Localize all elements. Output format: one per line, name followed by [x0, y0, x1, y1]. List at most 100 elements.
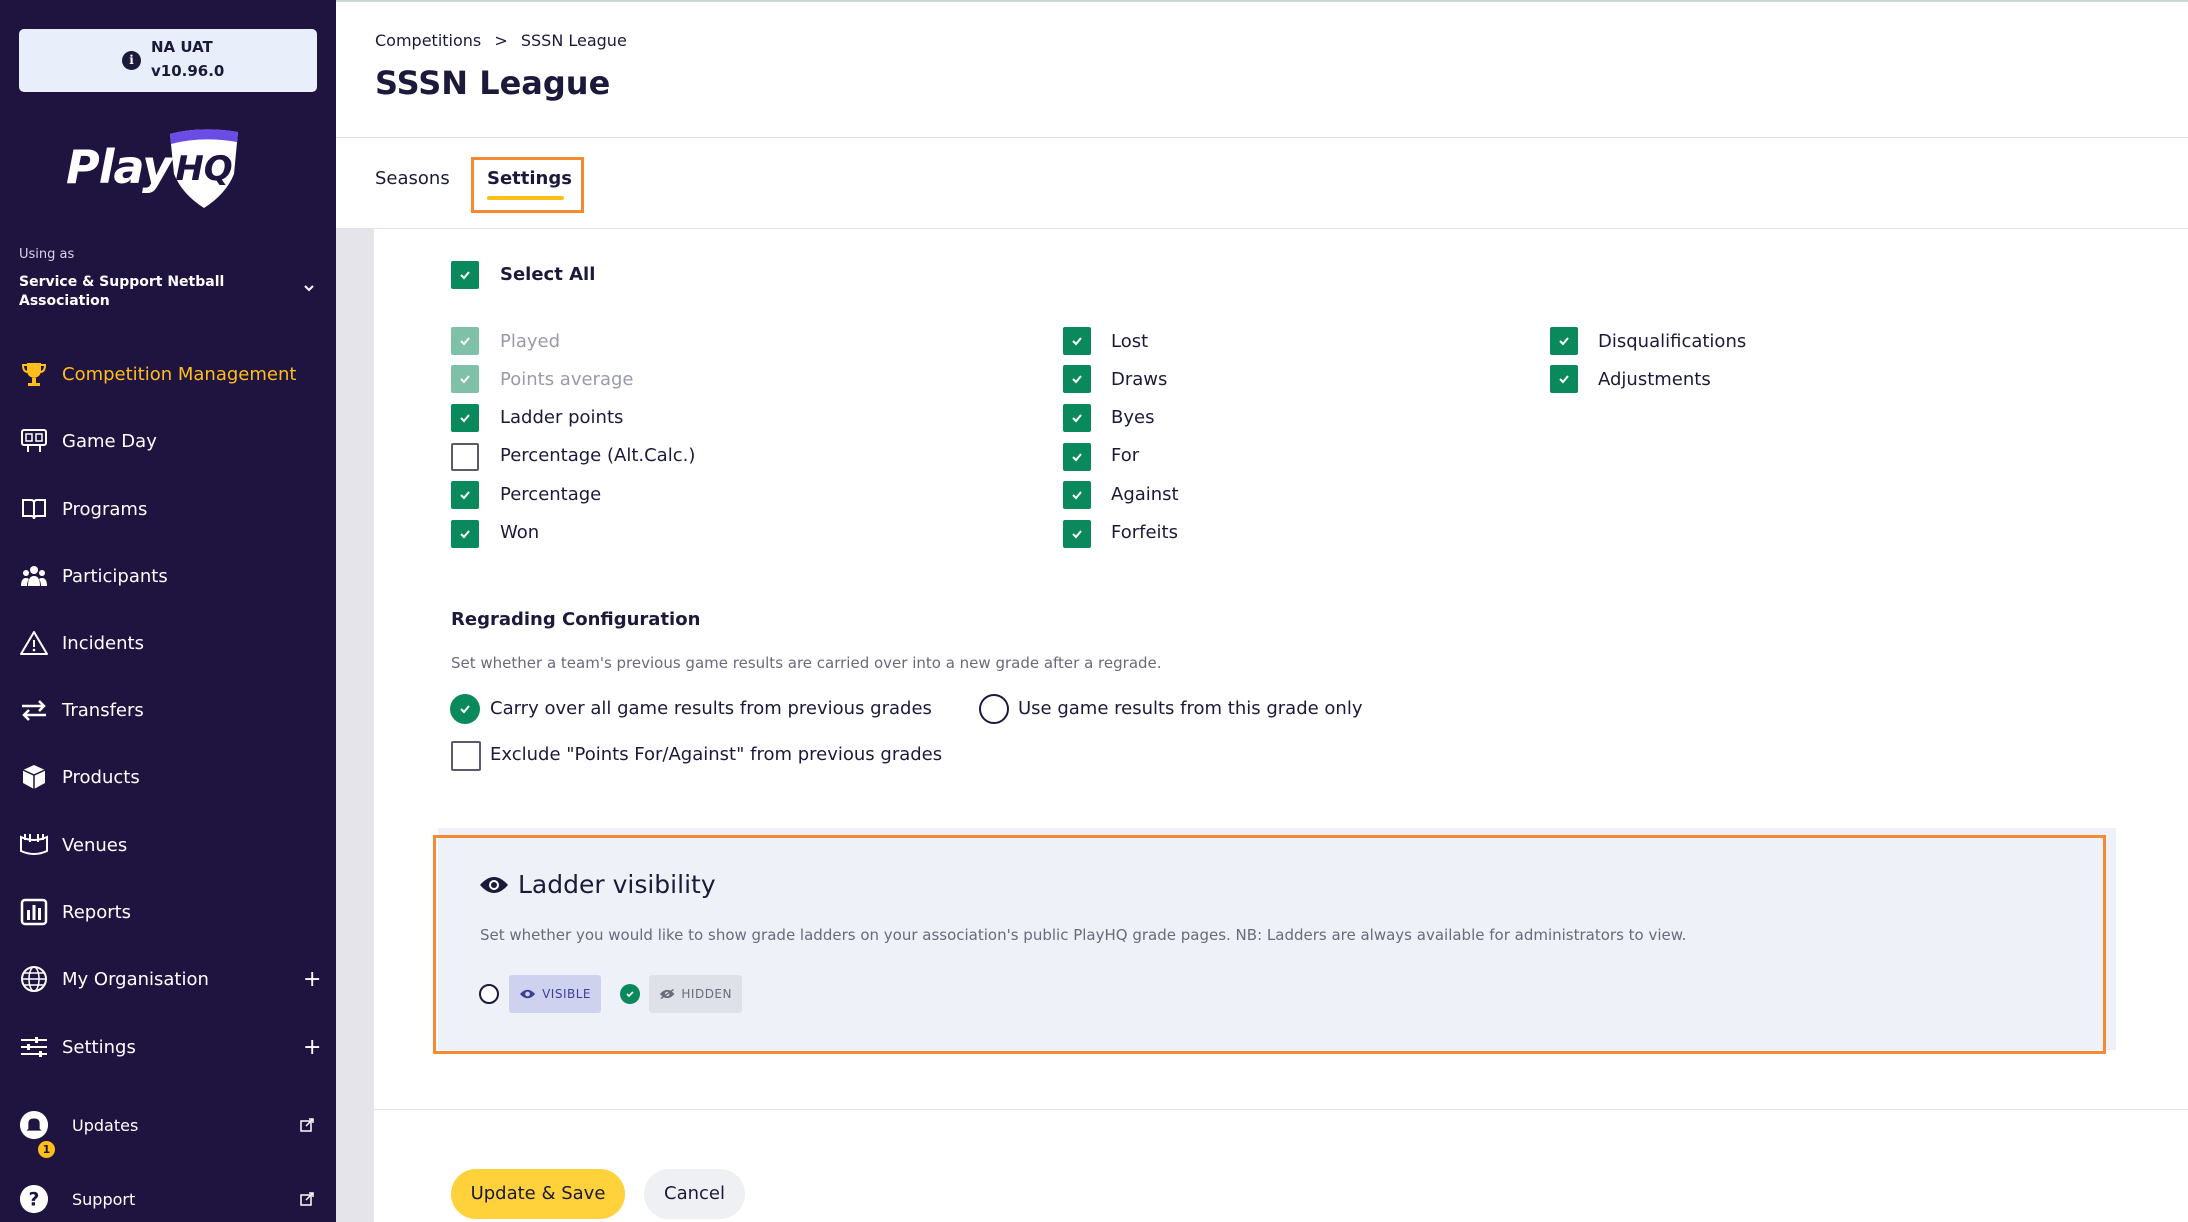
sidebar-item-participants[interactable]: Participants [0, 550, 336, 602]
info-icon: i [122, 51, 141, 70]
bell-icon [19, 1110, 49, 1140]
globe-icon [19, 964, 49, 994]
tab-settings[interactable]: Settings [487, 168, 572, 189]
breadcrumb-link-competitions[interactable]: Competitions [375, 31, 481, 50]
checkbox-lost[interactable] [1063, 327, 1091, 355]
regrading-description: Set whether a team's previous game resul… [451, 654, 1162, 672]
select-all-checkbox[interactable] [451, 261, 479, 289]
top-border [336, 0, 2188, 2]
stadium-icon [19, 830, 49, 860]
book-icon [19, 494, 49, 524]
checkbox-won[interactable] [451, 520, 479, 548]
sidebar-item-my-organisation[interactable]: My Organisation + [0, 953, 336, 1005]
trophy-icon [19, 359, 49, 389]
bar-chart-icon [19, 897, 49, 927]
breadcrumb-separator: > [494, 31, 508, 50]
box-icon [19, 762, 49, 792]
hq-shield-icon: HQ [170, 129, 238, 208]
check-icon [1072, 375, 1082, 384]
checkbox-label: Won [500, 522, 540, 543]
checkbox-for[interactable] [1063, 443, 1091, 471]
sidebar-item-products[interactable]: Products [0, 751, 336, 803]
checkbox-disqualifications[interactable] [1550, 327, 1578, 355]
transfer-arrows-icon [19, 695, 49, 725]
checkbox-forfeits[interactable] [1063, 520, 1091, 548]
checkbox-adjustments[interactable] [1550, 365, 1578, 393]
radio-hidden[interactable] [620, 984, 640, 1004]
expand-plus-icon[interactable]: + [303, 967, 321, 992]
ladder-visibility-description: Set whether you would like to show grade… [480, 926, 1687, 944]
active-tab-indicator [487, 196, 564, 200]
eye-icon [519, 989, 536, 999]
checkbox-against[interactable] [1063, 481, 1091, 509]
check-icon [1072, 530, 1082, 539]
checkbox-draws[interactable] [1063, 365, 1091, 393]
sidebar-item-label: Settings [62, 1036, 136, 1058]
check-icon [1072, 453, 1082, 462]
radio-carry-over[interactable] [450, 694, 480, 724]
checkbox-label: Forfeits [1111, 522, 1178, 543]
organisation-selector[interactable]: Service & Support Netball Association [19, 273, 259, 311]
warning-icon [19, 628, 49, 658]
checkbox-label: Disqualifications [1598, 331, 1747, 352]
scoreboard-icon [19, 426, 49, 456]
sidebar-item-competition-management[interactable]: Competition Management [0, 348, 336, 400]
radio-label: Carry over all game results from previou… [490, 698, 932, 719]
checkbox-label: Adjustments [1598, 369, 1711, 390]
sidebar-item-transfers[interactable]: Transfers [0, 684, 336, 736]
eye-off-icon [659, 988, 675, 1000]
checkbox-label: Exclude "Points For/Against" from previo… [490, 744, 943, 765]
check-icon [1559, 337, 1569, 346]
sidebar-item-label: Reports [62, 901, 132, 923]
radio-label: Use game results from this grade only [1018, 698, 1363, 719]
checkbox-percentage-alt-calc[interactable] [451, 443, 479, 471]
using-as-label: Using as [19, 247, 75, 262]
ladder-visibility-title: Ladder visibility [518, 870, 716, 899]
breadcrumb: Competitions > SSSN League [375, 31, 635, 50]
sidebar-item-programs[interactable]: Programs [0, 483, 336, 535]
sidebar-item-game-day[interactable]: Game Day [0, 415, 336, 467]
regrading-title: Regrading Configuration [451, 609, 701, 630]
cancel-button[interactable]: Cancel [644, 1169, 745, 1219]
checkbox-label: Percentage (Alt.Calc.) [500, 445, 696, 466]
svg-text:HQ: HQ [175, 149, 232, 189]
exclude-points-checkbox[interactable] [451, 741, 481, 771]
sidebar-item-venues[interactable]: Venues [0, 819, 336, 871]
check-icon [1559, 375, 1569, 384]
question-icon: ? [19, 1184, 49, 1214]
chevron-down-icon[interactable] [302, 281, 316, 295]
check-icon [460, 375, 470, 384]
checkbox-label: Ladder points [500, 407, 624, 428]
checkbox-label: Draws [1111, 369, 1168, 390]
check-icon [460, 705, 470, 714]
sidebar-item-reports[interactable]: Reports [0, 886, 336, 938]
checkbox-byes[interactable] [1063, 404, 1091, 432]
playhq-logo[interactable]: Play HQ [66, 128, 246, 210]
tab-seasons[interactable]: Seasons [375, 168, 450, 189]
svg-text:?: ? [29, 1190, 40, 1211]
logo-text: Play [66, 140, 172, 194]
updates-count-badge: 1 [38, 1141, 55, 1158]
checkbox-played [451, 327, 479, 355]
people-icon [19, 561, 49, 591]
checkbox-label: Lost [1111, 331, 1149, 352]
sidebar-item-incidents[interactable]: Incidents [0, 617, 336, 669]
radio-this-grade-only[interactable] [979, 694, 1009, 724]
radio-visible[interactable] [479, 984, 499, 1004]
sidebar-item-settings[interactable]: Settings + [0, 1021, 336, 1073]
checkbox-label: For [1111, 445, 1140, 466]
sidebar-item-label: Incidents [62, 632, 144, 654]
update-save-button[interactable]: Update & Save [451, 1169, 625, 1219]
environment-badge: i NA UAT v10.96.0 [19, 29, 317, 92]
sidebar-item-label: Updates [72, 1115, 139, 1135]
expand-plus-icon[interactable]: + [303, 1035, 321, 1060]
check-icon [1072, 491, 1082, 500]
visible-option[interactable]: VISIBLE [509, 975, 601, 1013]
checkbox-label: Played [500, 331, 561, 352]
checkbox-percentage[interactable] [451, 481, 479, 509]
checkbox-ladder-points[interactable] [451, 404, 479, 432]
sidebar-item-support[interactable]: ? Support [0, 1173, 336, 1222]
hidden-option[interactable]: HIDDEN [649, 975, 742, 1013]
ladder-visibility-highlight [433, 835, 2106, 1054]
divider [374, 1109, 2188, 1110]
